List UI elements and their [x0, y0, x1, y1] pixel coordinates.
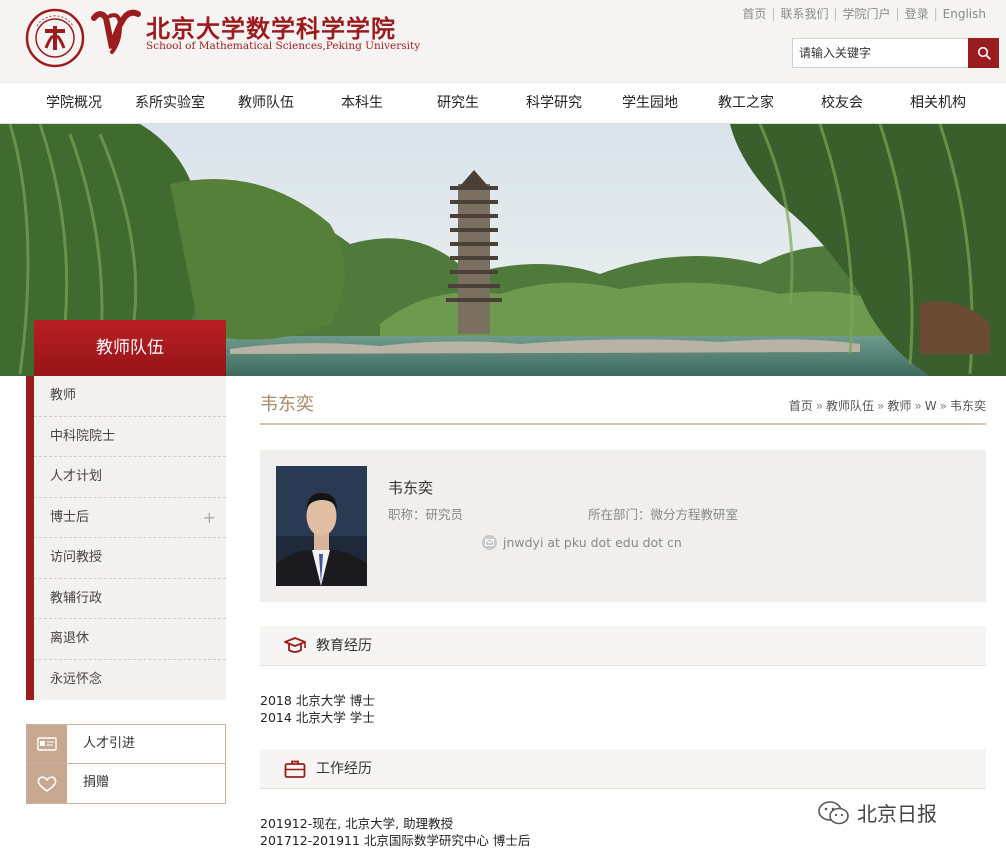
id-card-icon	[37, 737, 57, 751]
sidebar-item-label: 中科院院士	[50, 428, 116, 444]
top-links: 首页 | 联系我们 | 学院门户 | 登录 | English	[742, 7, 986, 21]
profile-card: 韦东奕 职称：研究员 所在部门：微分方程教研室 jnwdyi at pku do…	[260, 450, 986, 602]
wechat-icon	[818, 800, 849, 824]
breadcrumb: 首页» 教师队伍» 教师» W» 韦东奕	[788, 399, 986, 413]
profile-title: 职称：研究员	[388, 507, 464, 522]
section-header-education: 教育经历	[260, 626, 986, 666]
search-button[interactable]	[968, 38, 999, 68]
quick-link-label: 人才引进	[83, 736, 136, 751]
watermark: 北京日报	[817, 798, 937, 827]
sidebar-item-label: 人才计划	[50, 469, 103, 484]
breadcrumb-letter[interactable]: W	[925, 399, 937, 413]
nav-item-about[interactable]: 学院概况	[26, 83, 122, 124]
sidebar-item-label: 访问教授	[50, 550, 103, 565]
breadcrumb-current: 韦东奕	[949, 399, 986, 413]
top-link-login[interactable]: 登录	[905, 7, 929, 21]
site-header: 北京大学数学科学学院 School of Mathematical Scienc…	[0, 0, 1006, 82]
briefcase-icon	[284, 760, 306, 778]
section-heading: 教育经历	[316, 638, 372, 654]
nav-item-faculty[interactable]: 教师队伍	[218, 83, 314, 124]
top-link-contact[interactable]: 联系我们	[780, 7, 828, 21]
education-entry: 2014 北京大学 学士	[260, 710, 375, 725]
work-list: 201912-现在, 北京大学, 助理教授 201712-201911 北京国际…	[260, 815, 530, 849]
title-divider	[260, 423, 986, 425]
sidebar-menu: 教师 中科院院士 人才计划 博士后 + 访问教授 教辅行政 离退休 永远怀念	[26, 376, 226, 700]
nav-item-graduate[interactable]: 研究生	[410, 83, 506, 124]
nav-item-research[interactable]: 科学研究	[506, 83, 602, 124]
sidebar-item-label: 教辅行政	[50, 590, 103, 606]
sidebar-item-admin-staff[interactable]: 教辅行政	[34, 579, 226, 619]
email-address: jnwdyi at pku dot edu dot cn	[503, 535, 682, 550]
nav-item-departments[interactable]: 系所实验室	[122, 83, 218, 124]
school-name-cn: 北京大学数学科学学院	[146, 14, 396, 43]
watermark-text: 北京日报	[857, 802, 937, 826]
profile-photo	[276, 466, 367, 586]
sidebar-item-faculty[interactable]: 教师	[34, 376, 226, 417]
sidebar-item-retired[interactable]: 离退休	[34, 619, 226, 660]
sidebar-item-talent-programs[interactable]: 人才计划	[34, 457, 226, 498]
sidebar-item-label: 永远怀念	[50, 671, 103, 687]
profile-department: 所在部门：微分方程教研室	[588, 507, 739, 522]
quick-link-label: 捐赠	[83, 775, 110, 790]
sidebar-item-label: 教师	[50, 388, 77, 403]
section-heading: 工作经历	[316, 761, 372, 777]
top-link-home[interactable]: 首页	[742, 7, 766, 21]
nav-item-students[interactable]: 学生园地	[602, 83, 698, 124]
nav-item-alumni[interactable]: 校友会	[794, 83, 890, 124]
main-nav: 学院概况 系所实验室 教师队伍 本科生 研究生 科学研究 学生园地 教工之家 校…	[0, 82, 1006, 124]
expand-plus-icon[interactable]: +	[203, 498, 216, 538]
sidebar-item-in-memoriam[interactable]: 永远怀念	[34, 660, 226, 701]
sidebar-item-postdocs[interactable]: 博士后 +	[34, 498, 226, 538]
breadcrumb-faculty[interactable]: 教师	[887, 399, 911, 413]
education-entry: 2018 北京大学 博士	[260, 693, 375, 708]
email-icon	[482, 535, 497, 550]
page-title: 韦东奕	[260, 394, 314, 415]
quick-link-donation[interactable]: 捐赠	[26, 764, 226, 804]
sidebar-item-academicians[interactable]: 中科院院士	[34, 417, 226, 457]
breadcrumb-faculty-team[interactable]: 教师队伍	[826, 399, 874, 413]
sidebar-quick-links: 人才引进 捐赠	[26, 724, 226, 804]
graduation-cap-icon	[284, 637, 306, 653]
profile-email: jnwdyi at pku dot edu dot cn	[482, 535, 682, 550]
section-header-work: 工作经历	[260, 749, 986, 789]
search-icon	[977, 46, 991, 60]
top-link-english[interactable]: English	[943, 7, 986, 21]
breadcrumb-home[interactable]: 首页	[789, 399, 813, 413]
sidebar-item-label: 博士后	[50, 509, 90, 525]
top-link-portal[interactable]: 学院门户	[843, 7, 891, 21]
profile-name: 韦东奕	[388, 479, 434, 497]
work-entry: 201712-201911 北京国际数学研究中心 博士后	[260, 833, 531, 848]
sidebar-item-label: 离退休	[50, 631, 90, 646]
nav-item-related[interactable]: 相关机构	[890, 83, 986, 124]
nav-item-undergrad[interactable]: 本科生	[314, 83, 410, 124]
search-input[interactable]	[792, 38, 968, 68]
search-box	[792, 38, 999, 68]
nav-item-staff[interactable]: 教工之家	[698, 83, 794, 124]
education-list: 2018 北京大学 博士 2014 北京大学 学士	[260, 692, 375, 726]
quick-link-recruitment[interactable]: 人才引进	[26, 724, 226, 764]
pku-seal-logo[interactable]	[25, 8, 85, 68]
work-entry: 201912-现在, 北京大学, 助理教授	[260, 816, 454, 831]
sidebar-title: 教师队伍	[34, 320, 226, 376]
sidebar-item-visiting-professors[interactable]: 访问教授	[34, 538, 226, 579]
school-name-en: School of Mathematical Sciences,Peking U…	[146, 40, 421, 52]
heart-hands-icon	[37, 775, 57, 792]
math-school-logo-mark	[91, 9, 141, 54]
